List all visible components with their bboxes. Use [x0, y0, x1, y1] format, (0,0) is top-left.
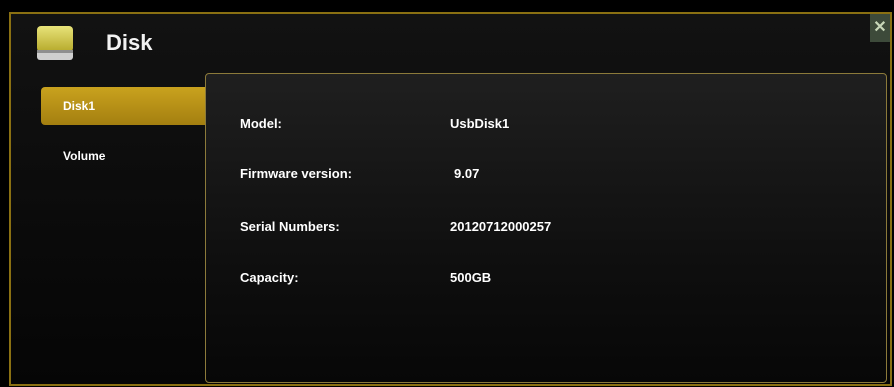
model-label: Model: — [240, 116, 282, 131]
capacity-label: Capacity: — [240, 270, 299, 285]
serial-label: Serial Numbers: — [240, 219, 340, 234]
sidebar-item-label: Volume — [63, 149, 106, 163]
sidebar-item-label: Disk1 — [63, 99, 96, 113]
capacity-value: 500GB — [450, 270, 492, 285]
firmware-label: Firmware version: — [240, 166, 352, 181]
disk-icon — [37, 26, 73, 60]
model-value: UsbDisk1 — [450, 116, 510, 131]
serial-value: 20120712000257 — [450, 219, 552, 234]
capacity-row: Capacity: 500GB — [240, 270, 840, 290]
model-row: Model: UsbDisk1 — [240, 116, 840, 136]
serial-row: Serial Numbers: 20120712000257 — [240, 219, 840, 239]
disk-details-panel: Model: UsbDisk1 Firmware version: 9.07 S… — [205, 73, 887, 383]
sidebar: Disk1 Volume — [41, 87, 216, 187]
window-header: Disk ✕ — [11, 14, 890, 69]
window-title: Disk — [106, 30, 153, 55]
firmware-row: Firmware version: 9.07 — [240, 166, 840, 186]
disk-window: Disk ✕ Disk1 Volume Model: UsbDisk1 Firm… — [9, 12, 892, 386]
sidebar-item-disk1[interactable]: Disk1 — [41, 87, 216, 125]
sidebar-item-volume[interactable]: Volume — [41, 137, 216, 175]
firmware-value: 9.07 — [454, 166, 480, 181]
close-button[interactable]: ✕ — [870, 14, 890, 42]
close-icon: ✕ — [873, 19, 887, 36]
